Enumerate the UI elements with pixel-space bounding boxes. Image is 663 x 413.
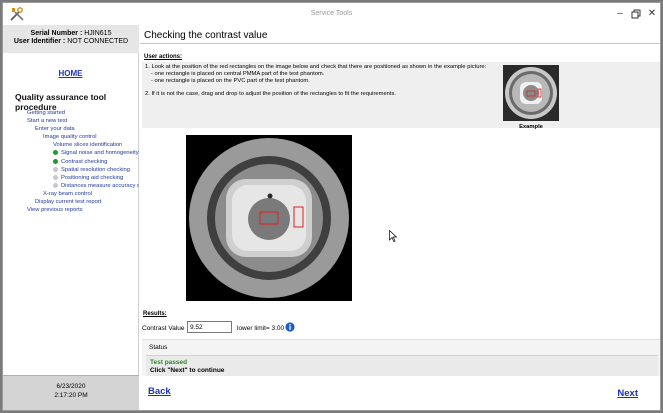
- instruction-1b: - one rectangle is placed on the PVC par…: [151, 78, 310, 84]
- sidebar-item-label: Volume slices identification: [53, 142, 123, 149]
- maximize-button[interactable]: [629, 7, 643, 21]
- sidebar-item[interactable]: X-ray beam control: [3, 190, 139, 198]
- title-bar: Service Tools – ✕: [3, 3, 660, 25]
- status-title: Status: [149, 344, 168, 351]
- sidebar-item-label: Distances measure accuracy ch: [61, 182, 139, 189]
- sidebar-item[interactable]: Spatial resolution checking: [3, 166, 139, 174]
- instructions: 1. Look at the position of the red recta…: [142, 62, 500, 128]
- sidebar-item-label: Start a new test: [27, 118, 68, 125]
- sidebar: Serial Number : HJIN615 User Identifier …: [3, 25, 139, 410]
- instruction-2: 2. If it is not the case, drag and drop …: [145, 91, 397, 97]
- results-label: Results:: [143, 311, 167, 317]
- sidebar-item[interactable]: Display current test report: [3, 198, 139, 206]
- sidebar-item-label: Enter your data: [35, 126, 75, 133]
- sidebar-item[interactable]: Image quality control: [3, 133, 139, 141]
- instruction-1: 1. Look at the position of the red recta…: [145, 64, 487, 70]
- serial-label: Serial Number :: [30, 30, 83, 37]
- sidebar-item-label: Getting started: [27, 110, 66, 116]
- example-pane: Example: [500, 62, 660, 130]
- main-panel: Checking the contrast value User actions…: [140, 25, 660, 410]
- status-dot-icon: [53, 150, 58, 156]
- status-hint: Click "Next" to continue: [150, 367, 225, 374]
- service-tools-window: Service Tools – ✕ Serial Number : HJIN61…: [2, 2, 661, 411]
- procedure-tree: Getting started Start a new test Enter you…: [3, 109, 139, 214]
- instruction-1a: - one rectangle is placed on central PMM…: [151, 71, 325, 77]
- home-link[interactable]: HOME: [3, 69, 138, 78]
- status-dot-icon: [53, 182, 58, 188]
- close-button[interactable]: ✕: [645, 7, 659, 21]
- sidebar-item[interactable]: Contrast checking: [3, 158, 139, 166]
- example-image: [503, 65, 559, 121]
- lower-limit: lower limit= 3.00: [237, 325, 285, 332]
- sidebar-item-label: Spatial resolution checking: [61, 166, 130, 173]
- status-dot-icon: [53, 166, 58, 172]
- sidebar-item[interactable]: Getting started: [3, 109, 139, 117]
- sidebar-item-label: X-ray beam control: [43, 190, 92, 197]
- window-title: Service Tools: [310, 10, 353, 17]
- info-icon[interactable]: [285, 322, 295, 332]
- sidebar-item-label: Positioning aid checking: [61, 174, 124, 181]
- sidebar-item[interactable]: Enter your data: [3, 125, 139, 133]
- datetime-panel: 6/23/2020 2:17:20 PM: [3, 375, 139, 410]
- sidebar-item-label: Image quality control: [43, 134, 97, 141]
- device-info: Serial Number : HJIN615 User Identifier …: [3, 25, 139, 53]
- example-label: Example: [519, 124, 543, 130]
- sidebar-item-label: Contrast checking: [61, 158, 108, 165]
- status-dot-icon: [53, 174, 58, 180]
- sidebar-item[interactable]: Distances measure accuracy ch: [3, 182, 139, 190]
- minimize-button[interactable]: –: [613, 7, 627, 21]
- status-result: Test passed: [150, 359, 188, 366]
- user-actions-label: User actions:: [144, 54, 183, 60]
- restore-icon: [631, 9, 641, 19]
- mouse-cursor-icon: [389, 230, 397, 242]
- status-message-box: Test passed Click "Next" to continue: [146, 355, 658, 376]
- sidebar-item[interactable]: Start a new test: [3, 117, 139, 125]
- back-button[interactable]: Back: [148, 386, 171, 397]
- time: 2:17:20 PM: [54, 392, 88, 399]
- sidebar-item[interactable]: Positioning aid checking: [3, 174, 139, 182]
- sidebar-item[interactable]: Volume slices identification: [3, 141, 139, 149]
- sidebar-item[interactable]: Signal noise and homogeneity c: [3, 149, 139, 157]
- sidebar-item-label: View previous reports: [27, 207, 83, 214]
- sidebar-item-label: Display current test report: [35, 199, 102, 206]
- sidebar-item-label: Signal noise and homogeneity c: [61, 150, 139, 157]
- contrast-value-field[interactable]: [187, 321, 232, 333]
- user-value: NOT CONNECTED: [67, 38, 129, 45]
- contrast-value-label: Contrast Value: [142, 325, 185, 332]
- date: 6/23/2020: [56, 383, 86, 390]
- phantom-image[interactable]: [186, 135, 352, 301]
- next-button[interactable]: Next: [617, 388, 638, 399]
- serial-value: HJIN615: [84, 30, 112, 37]
- sidebar-item[interactable]: View previous reports: [3, 206, 139, 214]
- user-label: User Identifier :: [13, 38, 66, 45]
- status-dot-icon: [53, 158, 58, 164]
- page-title: Checking the contrast value: [144, 30, 268, 41]
- title-divider: [140, 43, 660, 44]
- status-panel: Status Test passed Click "Next" to conti…: [142, 339, 660, 376]
